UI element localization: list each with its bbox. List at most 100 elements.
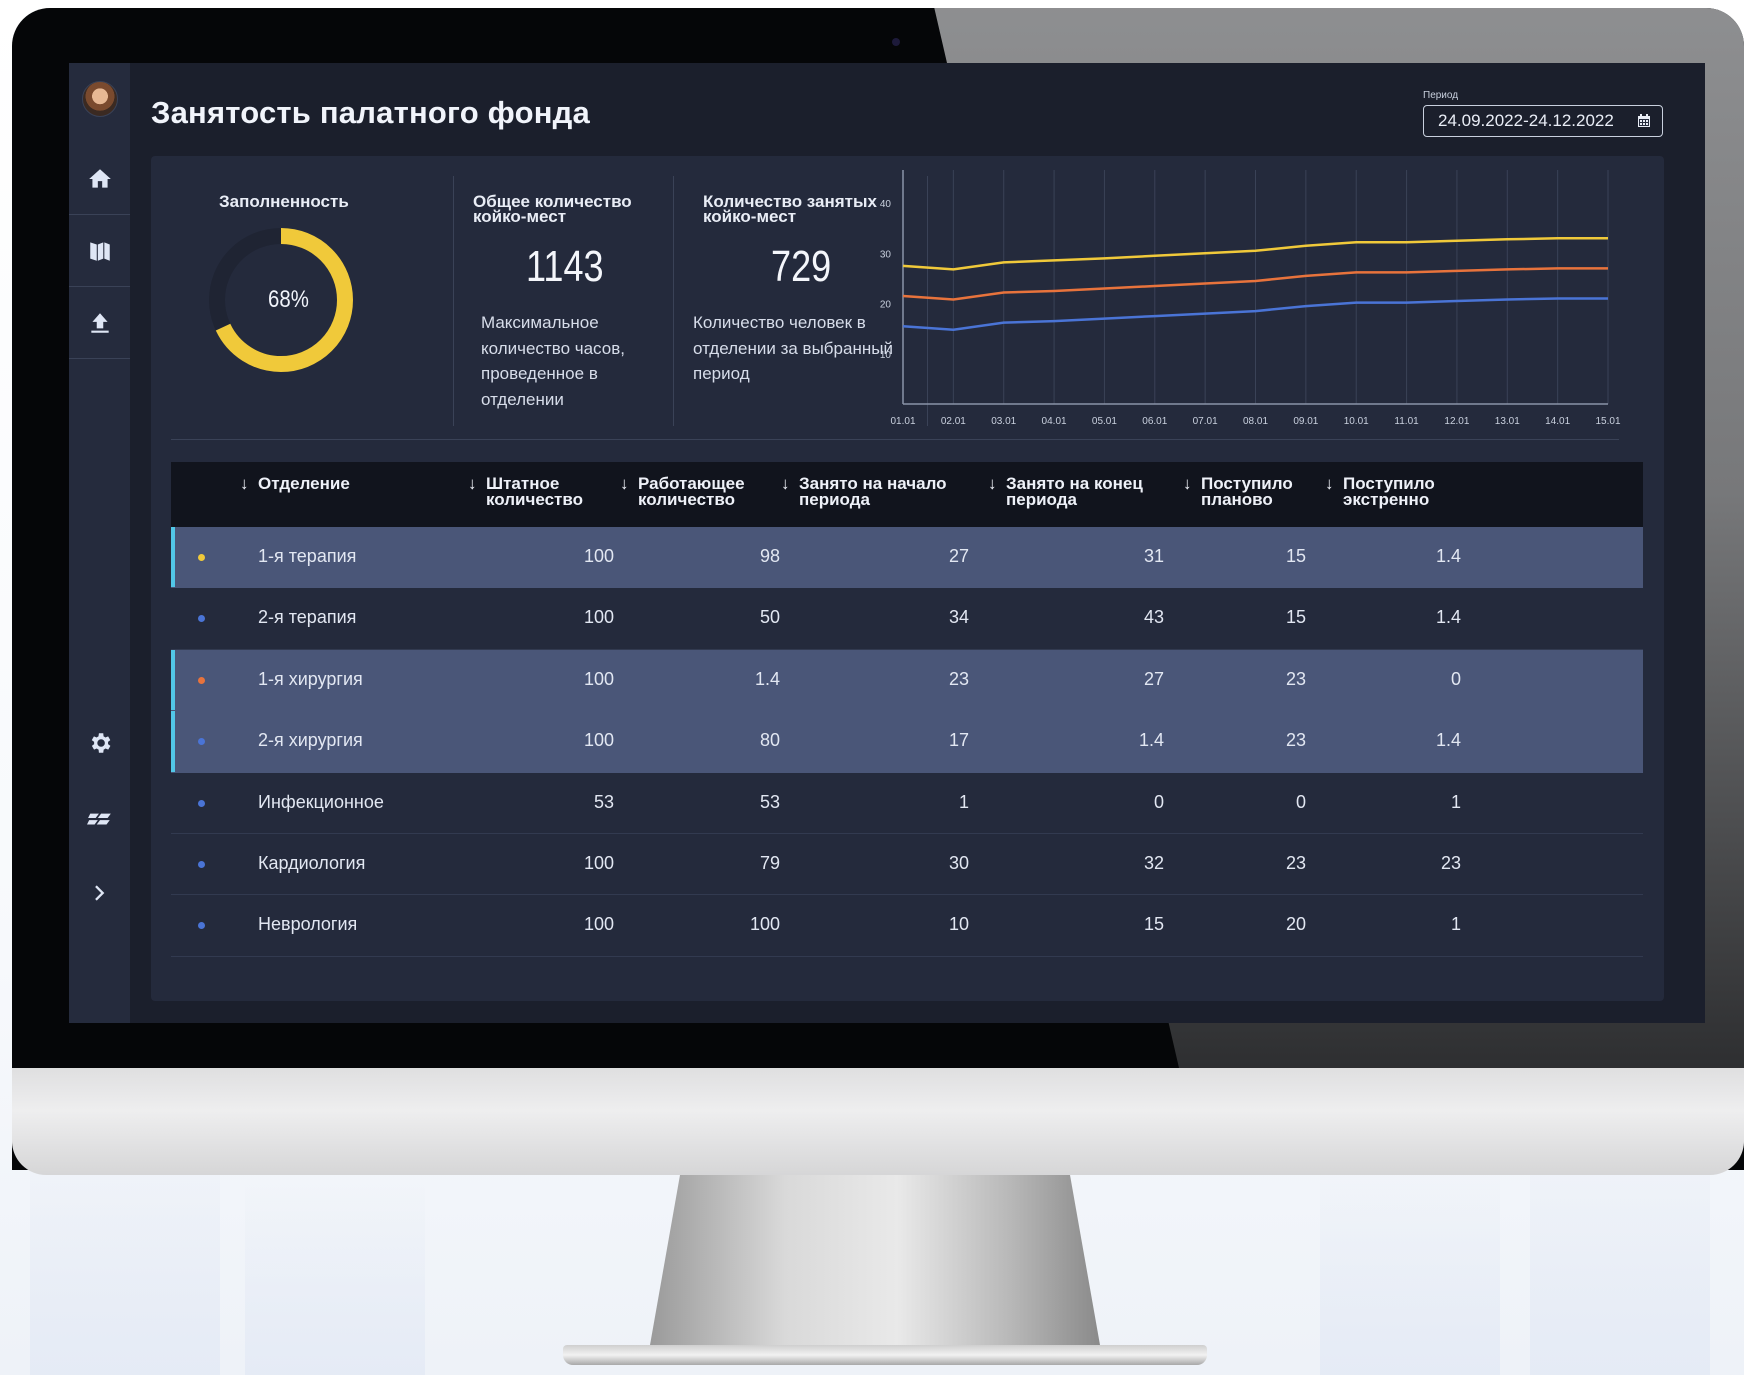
column-header-occupied-start[interactable]: ↓ Занято на начало периода xyxy=(781,475,979,508)
row-selection-indicator xyxy=(171,649,175,711)
table-cell: 53 xyxy=(593,791,614,812)
row-color-dot xyxy=(198,738,205,746)
chart-x-tick-label: 07.01 xyxy=(1193,416,1218,427)
row-selection-indicator xyxy=(171,527,175,588)
column-header-working-count[interactable]: ↓ Работающее количество xyxy=(620,475,768,508)
row-color-dot xyxy=(198,799,205,807)
sort-arrow-icon: ↓ xyxy=(781,474,790,493)
table-cell: 23 xyxy=(1285,852,1306,873)
table-header: ↓ Отделение ↓ Штатное количество ↓ Работающ… xyxy=(171,462,1643,527)
table-cell: 100 xyxy=(583,546,614,566)
row-color-dot xyxy=(198,922,205,930)
table-cell: 30 xyxy=(948,852,969,873)
chart-x-tick-label: 03.01 xyxy=(991,416,1016,427)
table-cell: 1.4 xyxy=(1435,607,1461,628)
department-name-cell: 2-я хирургия xyxy=(258,730,363,751)
table-cell: 1.4 xyxy=(1435,546,1461,566)
period-date-picker[interactable]: 24.09.2022-24.12.2022 xyxy=(1423,105,1663,137)
column-header-occupied-end[interactable]: ↓ Занято на конец периода xyxy=(988,475,1171,508)
chevron-right-icon xyxy=(94,885,104,901)
table-row[interactable]: 2-я терапия 100 50 34 43 15 1.4 xyxy=(171,588,1643,650)
chart-x-tick-label: 12.01 xyxy=(1444,416,1469,427)
chart-x-tick-label: 11.01 xyxy=(1394,416,1419,427)
table-cell: 0 xyxy=(1295,791,1306,812)
dashboard-panel: Заполненность 68% Общее количество койко… xyxy=(151,156,1664,1001)
chart-x-tick-label: 01.01 xyxy=(890,416,915,427)
sort-arrow-icon: ↓ xyxy=(1183,474,1192,493)
brand-logo-icon xyxy=(86,813,111,825)
app-screen: Занятость палатного фонда Период 24.09.2… xyxy=(69,63,1705,1023)
chart-x-tick-label: 05.01 xyxy=(1092,416,1117,427)
table-row[interactable]: Кардиология 100 79 30 32 23 23 xyxy=(171,834,1643,896)
chart-x-tick-label: 02.01 xyxy=(941,416,966,427)
table-cell: 27 xyxy=(1143,668,1164,689)
camera-dot xyxy=(892,38,900,46)
table-row[interactable]: 1-я терапия 100 98 27 31 15 1.4 xyxy=(171,527,1643,589)
chart-x-tick-label: 15.01 xyxy=(1595,416,1620,427)
table-cell: 100 xyxy=(749,914,780,935)
department-name-cell: 1-я хирургия xyxy=(258,668,363,689)
table-cell: 15 xyxy=(1143,914,1164,935)
chart-x-tick-label: 08.01 xyxy=(1243,416,1268,427)
chart-x-tick-label: 09.01 xyxy=(1293,416,1318,427)
table-cell: 1.4 xyxy=(754,668,780,689)
table-cell: 1.4 xyxy=(1435,730,1461,751)
row-color-dot xyxy=(198,860,205,868)
calendar-icon[interactable] xyxy=(1636,113,1652,129)
gear-icon xyxy=(91,733,110,753)
table-cell: 100 xyxy=(583,730,614,751)
fill-title: Заполненность xyxy=(219,192,349,211)
row-selection-indicator xyxy=(171,711,175,772)
column-header-department[interactable]: ↓ Отделение xyxy=(240,475,350,492)
department-name-cell: 1-я терапия xyxy=(258,546,357,566)
sidebar-expand-button[interactable] xyxy=(69,873,130,913)
row-color-dot xyxy=(198,615,205,623)
table-cell: 32 xyxy=(1143,852,1164,873)
table-cell: 34 xyxy=(948,607,969,628)
column-header-emergency[interactable]: ↓ Поступило экстренно xyxy=(1325,475,1453,508)
sort-arrow-icon: ↓ xyxy=(620,474,629,493)
table-cell: 10 xyxy=(948,914,969,935)
column-header-staff-count[interactable]: ↓ Штатное количество xyxy=(468,475,606,508)
divider xyxy=(453,176,454,426)
background-panel xyxy=(245,1175,425,1375)
table-cell: 0 xyxy=(1450,668,1461,689)
background-panel xyxy=(1320,1155,1500,1375)
chart-x-tick-label: 14.01 xyxy=(1545,416,1570,427)
table-cell: 20 xyxy=(1285,914,1306,935)
sidebar-item-settings[interactable] xyxy=(69,723,130,763)
table-row[interactable]: Инфекционное 53 53 1 0 0 1 xyxy=(171,773,1643,834)
total-beds-title: Общее количество койко-мест xyxy=(473,192,632,226)
sidebar-item-upload[interactable] xyxy=(69,287,130,359)
chart-y-tick-label: 30 xyxy=(880,249,892,260)
department-name-cell: Кардиология xyxy=(258,852,366,873)
sidebar-item-map[interactable] xyxy=(69,215,130,287)
row-color-dot xyxy=(198,676,205,684)
table-cell: 15 xyxy=(1285,607,1306,628)
departments-table: ↓ Отделение ↓ Штатное количество ↓ Работающ… xyxy=(171,462,1643,957)
table-cell: 80 xyxy=(759,730,780,751)
chart-x-tick-label: 10.01 xyxy=(1344,416,1369,427)
chart-x-tick-label: 13.01 xyxy=(1495,416,1520,427)
monitor-stand-base xyxy=(563,1345,1207,1365)
table-cell: 100 xyxy=(583,668,614,689)
table-cell: 53 xyxy=(759,791,780,812)
table-cell: 100 xyxy=(583,852,614,873)
column-header-planned[interactable]: ↓ Поступило планово xyxy=(1183,475,1311,508)
table-cell: 23 xyxy=(1440,852,1461,873)
divider xyxy=(171,439,1619,440)
period-label: Период xyxy=(1423,90,1459,101)
sidebar-item-home[interactable] xyxy=(69,143,130,215)
table-row[interactable]: 1-я хирургия 100 1.4 23 27 23 0 xyxy=(171,649,1643,712)
department-name-cell: Инфекционное xyxy=(258,791,384,812)
chart-y-tick-label: 20 xyxy=(880,300,892,311)
table-cell: 0 xyxy=(1153,791,1164,812)
occupied-beds-value: 729 xyxy=(771,242,832,291)
table-row[interactable]: Неврология 100 100 10 15 20 1 xyxy=(171,895,1643,957)
table-row[interactable]: 2-я хирургия 100 80 17 1.4 23 1.4 xyxy=(171,711,1643,773)
chart-y-tick-label: 10 xyxy=(880,350,892,361)
period-value: 24.09.2022-24.12.2022 xyxy=(1438,111,1614,130)
department-name-cell: Неврология xyxy=(258,914,358,935)
user-avatar[interactable] xyxy=(81,81,118,117)
sort-arrow-icon: ↓ xyxy=(988,474,997,493)
